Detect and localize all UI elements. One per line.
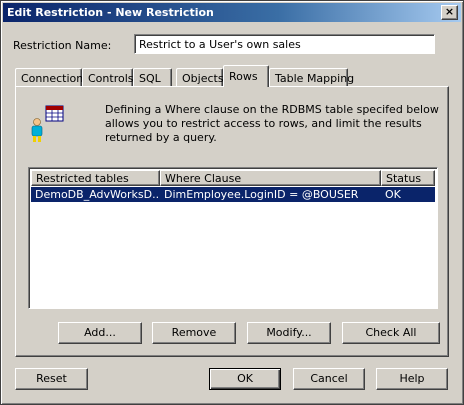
tab-objects[interactable]: Objects (176, 68, 224, 86)
window-title: Edit Restriction - New Restriction (7, 6, 214, 19)
cancel-button[interactable]: Cancel (293, 368, 365, 390)
tab-sql[interactable]: SQL (133, 68, 172, 86)
add-button[interactable]: Add... (58, 322, 142, 344)
ok-button-label: OK (237, 372, 253, 385)
modify-button[interactable]: Modify... (247, 322, 331, 344)
tab-controls[interactable]: Controls (82, 68, 134, 86)
cancel-button-label: Cancel (310, 372, 348, 385)
restriction-name-input[interactable]: Restrict to a User's own sales (134, 34, 435, 54)
modify-button-label: Modify... (266, 326, 312, 339)
restricted-tables-list[interactable]: Restricted tables Where Clause Status De… (28, 167, 438, 309)
cell-status: OK (385, 188, 401, 201)
tab-label: Connection (21, 72, 84, 85)
user-table-icon (31, 105, 64, 142)
tab-table-mapping[interactable]: Table Mapping (269, 68, 354, 86)
table-header: Restricted tables Where Clause Status (31, 170, 435, 186)
ok-button[interactable]: OK (209, 368, 281, 390)
restriction-name-label: Restriction Name: (13, 39, 112, 52)
column-header-status[interactable]: Status (381, 170, 435, 186)
close-button[interactable]: × (441, 5, 458, 20)
column-header-restricted-tables[interactable]: Restricted tables (31, 170, 160, 186)
cell-where-clause: DimEmployee.LoginID = @BOUSER (164, 188, 359, 201)
tab-label: SQL (139, 72, 161, 85)
check-all-button[interactable]: Check All (342, 322, 440, 344)
help-button[interactable]: Help (376, 368, 448, 390)
cell-restricted-table: DemoDB_AdvWorksD... (35, 188, 160, 201)
rows-description: Defining a Where clause on the RDBMS tab… (105, 103, 439, 144)
tab-label: Controls (88, 72, 134, 85)
tab-label: Table Mapping (275, 72, 355, 85)
column-header-where-clause[interactable]: Where Clause (160, 170, 381, 186)
remove-button-label: Remove (171, 326, 217, 339)
add-button-label: Add... (84, 326, 116, 339)
tab-label: Rows (229, 70, 258, 83)
help-button-label: Help (399, 372, 425, 385)
edit-restriction-dialog: Edit Restriction - New Restriction × Res… (0, 0, 464, 405)
tab-rows[interactable]: Rows (223, 65, 269, 87)
tab-connection[interactable]: Connection (15, 68, 84, 86)
table-row[interactable]: DemoDB_AdvWorksD... DimEmployee.LoginID … (31, 187, 435, 202)
reset-button-label: Reset (36, 372, 67, 385)
reset-button[interactable]: Reset (15, 368, 88, 390)
close-icon: × (444, 5, 455, 18)
tab-label: Objects (182, 72, 224, 85)
remove-button[interactable]: Remove (152, 322, 236, 344)
title-bar: Edit Restriction - New Restriction × (3, 3, 461, 22)
check-all-button-label: Check All (365, 326, 417, 339)
